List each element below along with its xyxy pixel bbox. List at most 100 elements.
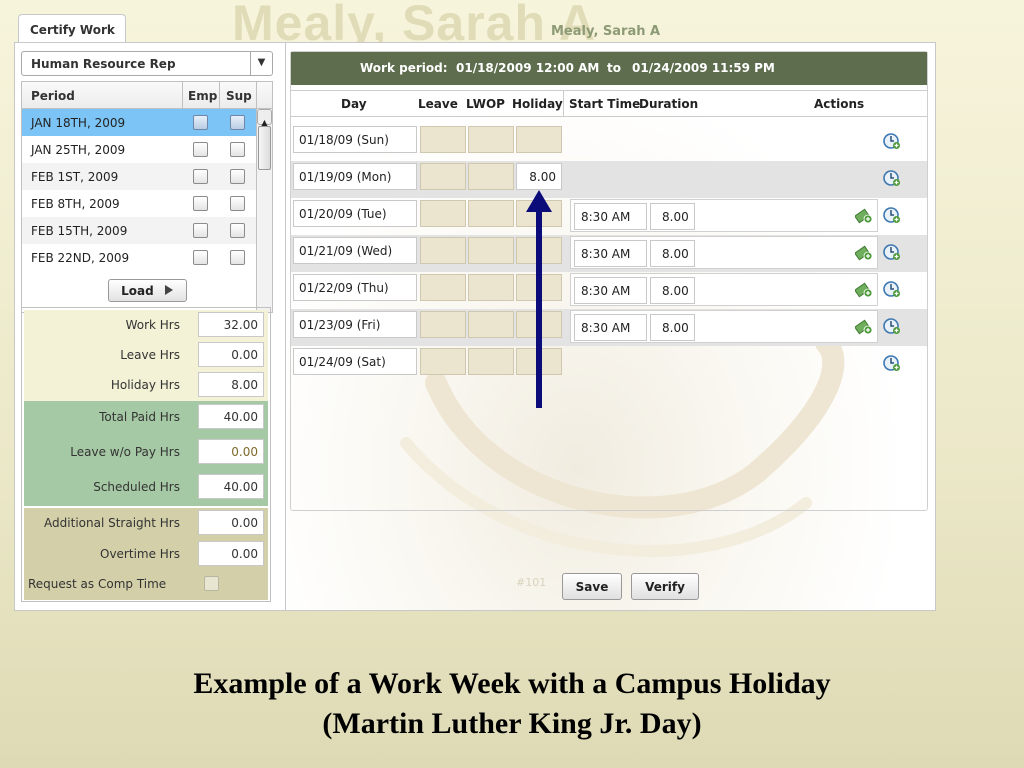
record-number: #101 xyxy=(516,576,547,589)
start-time-input[interactable]: 8:30 AM xyxy=(574,314,647,341)
emp-checkbox[interactable] xyxy=(193,115,208,130)
leave-input[interactable] xyxy=(420,200,466,227)
start-time-input[interactable]: 8:30 AM xyxy=(574,277,647,304)
scroll-up-icon[interactable]: ▲ xyxy=(257,109,272,127)
leave-input[interactable] xyxy=(420,274,466,301)
caption-line-1: Example of a Work Week with a Campus Hol… xyxy=(193,667,831,700)
day-row-sun: 01/18/09 (Sun) xyxy=(291,124,927,161)
request-comp-time-checkbox[interactable] xyxy=(204,576,219,591)
scroll-thumb[interactable] xyxy=(258,126,271,170)
day-row-mon: 01/19/09 (Mon) 8.00 xyxy=(291,161,927,198)
sup-checkbox[interactable] xyxy=(230,169,245,184)
triangle-right-icon xyxy=(164,285,173,295)
day-row-fri: 01/23/09 (Fri) 8:30 AM 8.00 xyxy=(291,309,927,346)
sup-checkbox[interactable] xyxy=(230,115,245,130)
leave-input[interactable] xyxy=(420,163,466,190)
holiday-input[interactable] xyxy=(516,126,562,153)
clock-add-icon[interactable] xyxy=(883,206,901,224)
clock-add-icon[interactable] xyxy=(883,354,901,372)
day-label: 01/22/09 (Thu) xyxy=(293,274,417,301)
save-button[interactable]: Save xyxy=(562,573,622,600)
tab-certify-work[interactable]: Certify Work xyxy=(18,14,126,44)
lwop-input[interactable] xyxy=(468,126,514,153)
period-label: FEB 1ST, 2009 xyxy=(31,170,119,184)
sup-checkbox[interactable] xyxy=(230,223,245,238)
work-period-end: 01/24/2009 11:59 PM xyxy=(632,61,775,75)
totals-section-extra: Additional Straight Hrs 0.00 Overtime Hr… xyxy=(24,508,268,600)
period-row[interactable]: FEB 22ND, 2009 xyxy=(22,244,272,271)
money-icon[interactable] xyxy=(855,244,873,261)
totals-section-paid: Total Paid Hrs 40.00 Leave w/o Pay Hrs 0… xyxy=(24,401,268,506)
role-select[interactable]: Human Resource Rep ▼ xyxy=(21,51,273,76)
emp-checkbox[interactable] xyxy=(193,250,208,265)
leave-input[interactable] xyxy=(420,126,466,153)
sup-checkbox[interactable] xyxy=(230,142,245,157)
lwop-input[interactable] xyxy=(468,200,514,227)
clock-add-icon[interactable] xyxy=(883,243,901,261)
period-row[interactable]: JAN 25TH, 2009 xyxy=(22,136,272,163)
clock-add-icon[interactable] xyxy=(883,132,901,150)
money-icon[interactable] xyxy=(855,281,873,298)
leave-input[interactable] xyxy=(420,237,466,264)
clock-add-icon[interactable] xyxy=(883,169,901,187)
money-icon[interactable] xyxy=(855,207,873,224)
totals-section-worked: Work Hrs 32.00 Leave Hrs 0.00 Holiday Hr… xyxy=(24,310,268,401)
period-row[interactable]: FEB 1ST, 2009 xyxy=(22,163,272,190)
col-day: Day xyxy=(341,97,367,111)
overtime-hrs-input[interactable]: 0.00 xyxy=(198,541,264,566)
lwop-input[interactable] xyxy=(468,274,514,301)
clock-add-icon[interactable] xyxy=(883,280,901,298)
verify-button[interactable]: Verify xyxy=(631,573,699,600)
col-holiday: Holiday xyxy=(512,97,563,111)
load-button[interactable]: Load xyxy=(108,279,187,302)
duration-input[interactable]: 8.00 xyxy=(650,203,695,230)
lwop-input[interactable] xyxy=(468,163,514,190)
leave-input[interactable] xyxy=(420,348,466,375)
duration-input[interactable]: 8.00 xyxy=(650,314,695,341)
day-label: 01/24/09 (Sat) xyxy=(293,348,417,375)
leave-wo-pay-hrs-label: Leave w/o Pay Hrs xyxy=(70,445,180,459)
certify-work-panel: Human Resource Rep ▼ Period Emp Sup JAN … xyxy=(14,42,936,611)
start-time-input[interactable]: 8:30 AM xyxy=(574,203,647,230)
load-button-label: Load xyxy=(121,284,154,298)
emp-checkbox[interactable] xyxy=(193,196,208,211)
money-icon[interactable] xyxy=(855,318,873,335)
leave-wo-pay-hrs-value: 0.00 xyxy=(198,439,264,464)
duration-input[interactable]: 8.00 xyxy=(650,277,695,304)
work-hrs-value: 32.00 xyxy=(198,312,264,337)
sup-checkbox[interactable] xyxy=(230,250,245,265)
col-lwop: LWOP xyxy=(466,97,505,111)
total-paid-hrs-value: 40.00 xyxy=(198,404,264,429)
request-comp-time-label: Request as Comp Time xyxy=(28,577,167,591)
lwop-input[interactable] xyxy=(468,311,514,338)
period-row[interactable]: FEB 15TH, 2009 xyxy=(22,217,272,244)
leave-input[interactable] xyxy=(420,311,466,338)
emp-checkbox[interactable] xyxy=(193,223,208,238)
col-duration: Duration xyxy=(639,97,699,111)
period-row[interactable]: FEB 8TH, 2009 xyxy=(22,190,272,217)
day-label: 01/23/09 (Fri) xyxy=(293,311,417,338)
period-label: FEB 15TH, 2009 xyxy=(31,224,128,238)
timesheet-column-headers: Day Leave LWOP Holiday Start Time Durati… xyxy=(291,90,927,117)
duration-input[interactable]: 8.00 xyxy=(650,240,695,267)
period-scrollbar[interactable]: ▲ ▼ xyxy=(256,109,272,312)
day-row-thu: 01/22/09 (Thu) 8:30 AM 8.00 xyxy=(291,272,927,309)
period-header: Period xyxy=(31,89,75,103)
emp-checkbox[interactable] xyxy=(193,169,208,184)
time-entry: 8:30 AM 8.00 xyxy=(570,236,878,269)
scheduled-hrs-label: Scheduled Hrs xyxy=(93,480,180,494)
clock-add-icon[interactable] xyxy=(883,317,901,335)
period-row[interactable]: JAN 18TH, 2009 xyxy=(22,109,272,136)
lwop-input[interactable] xyxy=(468,237,514,264)
sup-header: Sup xyxy=(226,89,252,103)
start-time-input[interactable]: 8:30 AM xyxy=(574,240,647,267)
additional-straight-hrs-input[interactable]: 0.00 xyxy=(198,510,264,535)
day-label: 01/19/09 (Mon) xyxy=(293,163,417,190)
lwop-input[interactable] xyxy=(468,348,514,375)
day-row-sat: 01/24/09 (Sat) xyxy=(291,346,927,383)
work-period-to: to xyxy=(607,61,621,75)
dropdown-arrow-icon[interactable]: ▼ xyxy=(250,52,272,75)
time-entry: 8:30 AM 8.00 xyxy=(570,310,878,343)
sup-checkbox[interactable] xyxy=(230,196,245,211)
emp-checkbox[interactable] xyxy=(193,142,208,157)
